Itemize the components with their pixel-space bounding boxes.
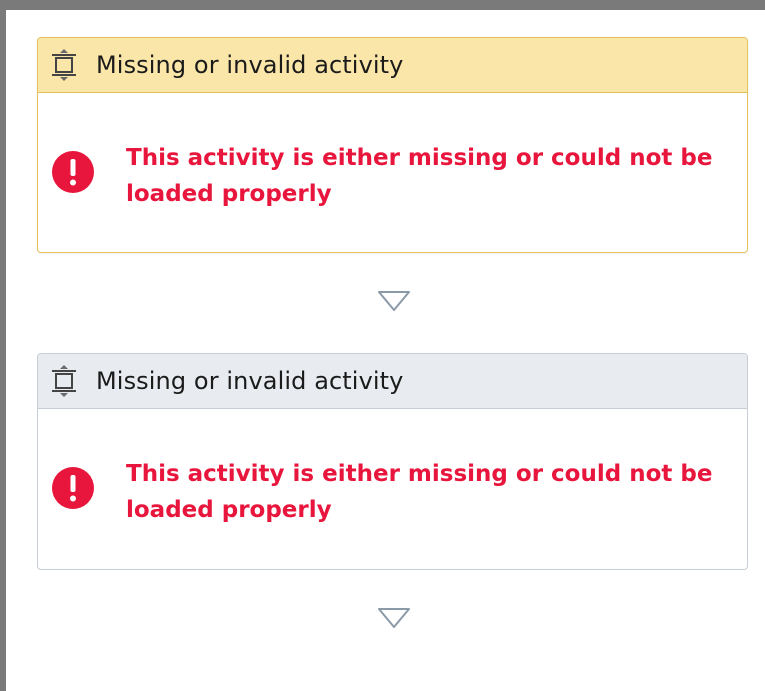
frame-left-border: [0, 0, 6, 691]
activity-icon: [48, 48, 80, 82]
activity-title: Missing or invalid activity: [96, 51, 404, 79]
activity-title: Missing or invalid activity: [96, 367, 404, 395]
down-triangle-icon[interactable]: [377, 290, 411, 312]
workflow-designer-canvas: Missing or invalid activity This activit…: [0, 0, 765, 691]
activity-icon: [48, 364, 80, 398]
down-triangle-icon[interactable]: [377, 607, 411, 629]
error-circle-icon: [51, 466, 95, 510]
frame-top-border: [0, 0, 765, 10]
activity-body: This activity is either missing or could…: [38, 93, 747, 252]
activity-body: This activity is either missing or could…: [38, 409, 747, 569]
activity-card-selected[interactable]: Missing or invalid activity This activit…: [37, 37, 748, 253]
error-message: This activity is either missing or could…: [126, 145, 713, 207]
error-message: This activity is either missing or could…: [126, 461, 713, 523]
activity-card[interactable]: Missing or invalid activity This activit…: [37, 353, 748, 570]
activity-header[interactable]: Missing or invalid activity: [38, 354, 747, 409]
activity-header[interactable]: Missing or invalid activity: [38, 38, 747, 93]
error-circle-icon: [51, 150, 95, 194]
